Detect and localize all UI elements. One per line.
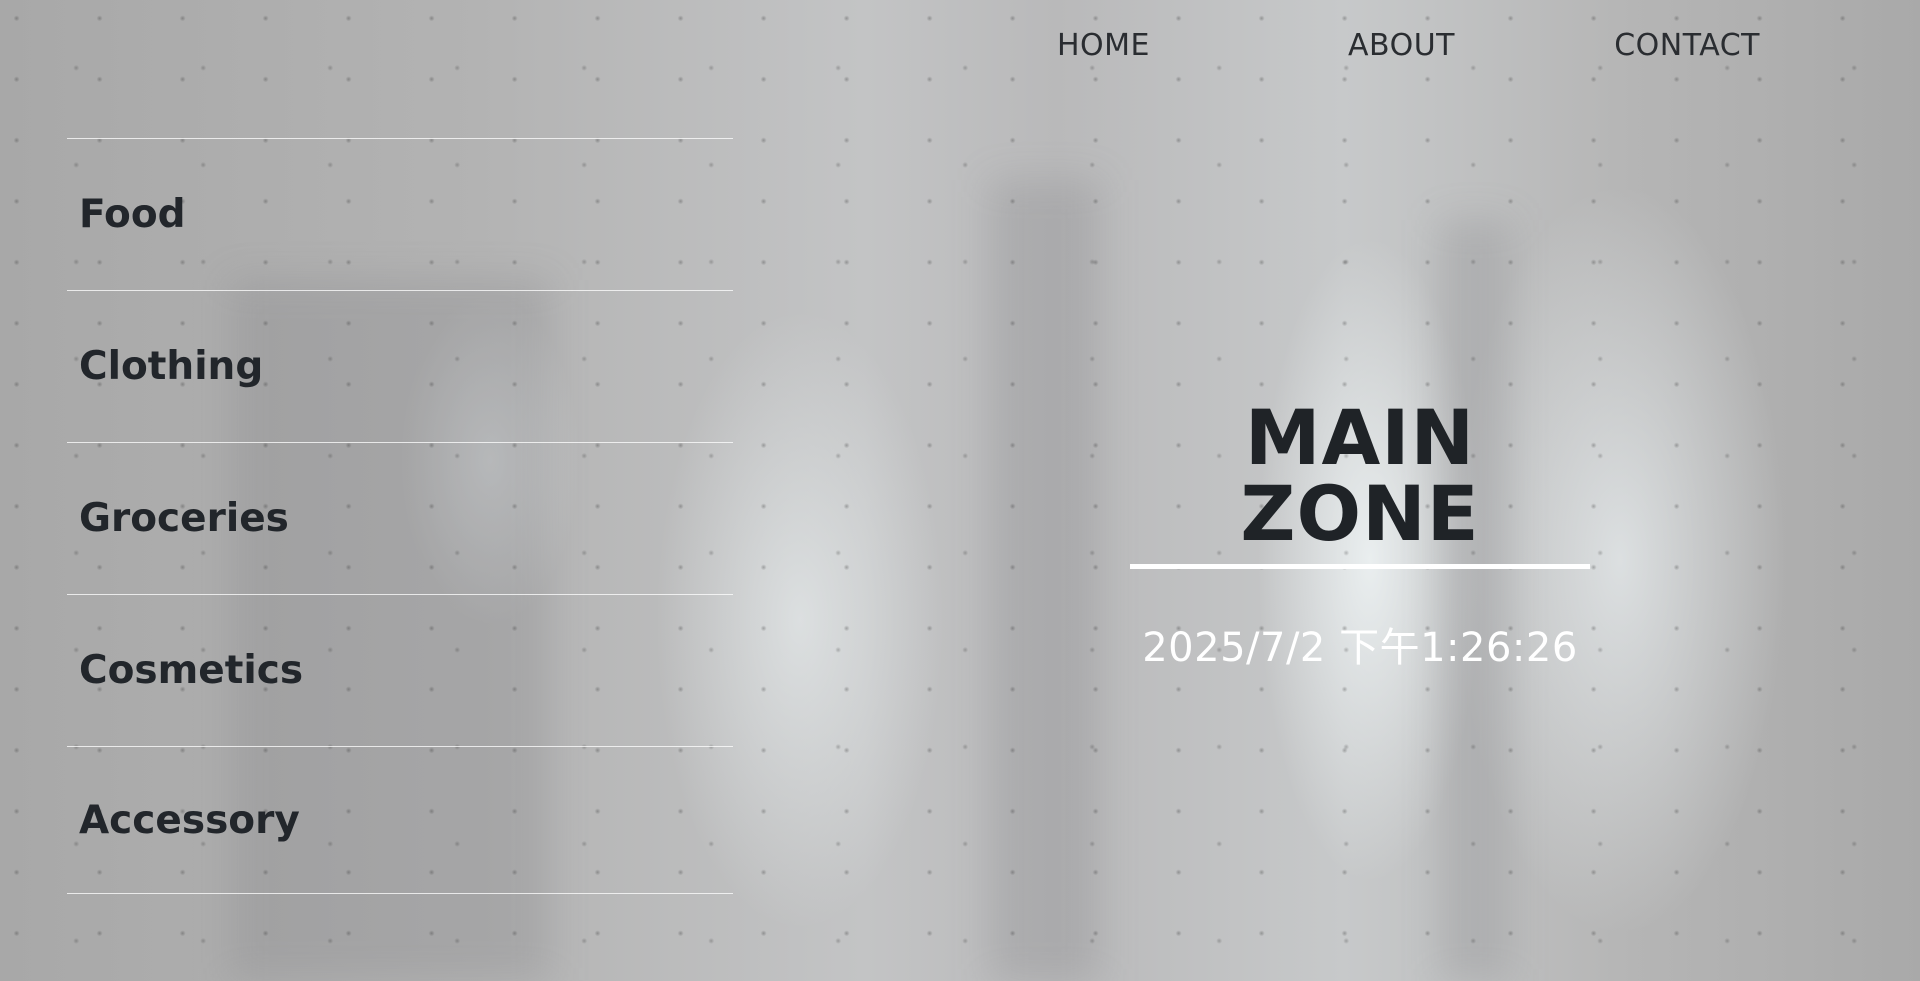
category-item-clothing[interactable]: Clothing (67, 291, 733, 443)
page-title: MAIN ZONE (1130, 400, 1590, 569)
nav-contact-link[interactable]: CONTACT (1530, 28, 1760, 63)
window-shadow-center (990, 180, 1100, 981)
main-zone-hero: MAIN ZONE 2025/7/2 下午1:26:26 (1130, 400, 1590, 673)
category-label: Groceries (79, 496, 289, 541)
category-item-food[interactable]: Food (67, 139, 733, 291)
current-datetime: 2025/7/2 下午1:26:26 (1142, 625, 1578, 671)
category-sidebar: Food Clothing Groceries Cosmetics Access… (67, 138, 733, 894)
nav-about-link[interactable]: ABOUT (1225, 28, 1455, 63)
top-navigation: HOME ABOUT CONTACT (1057, 28, 1760, 63)
category-label: Food (79, 192, 186, 237)
category-item-accessory[interactable]: Accessory (67, 747, 733, 894)
category-item-cosmetics[interactable]: Cosmetics (67, 595, 733, 747)
category-item-groceries[interactable]: Groceries (67, 443, 733, 595)
nav-home-link[interactable]: HOME (1057, 28, 1150, 63)
category-label: Cosmetics (79, 648, 304, 693)
category-label: Clothing (79, 344, 264, 389)
category-label: Accessory (79, 797, 300, 843)
